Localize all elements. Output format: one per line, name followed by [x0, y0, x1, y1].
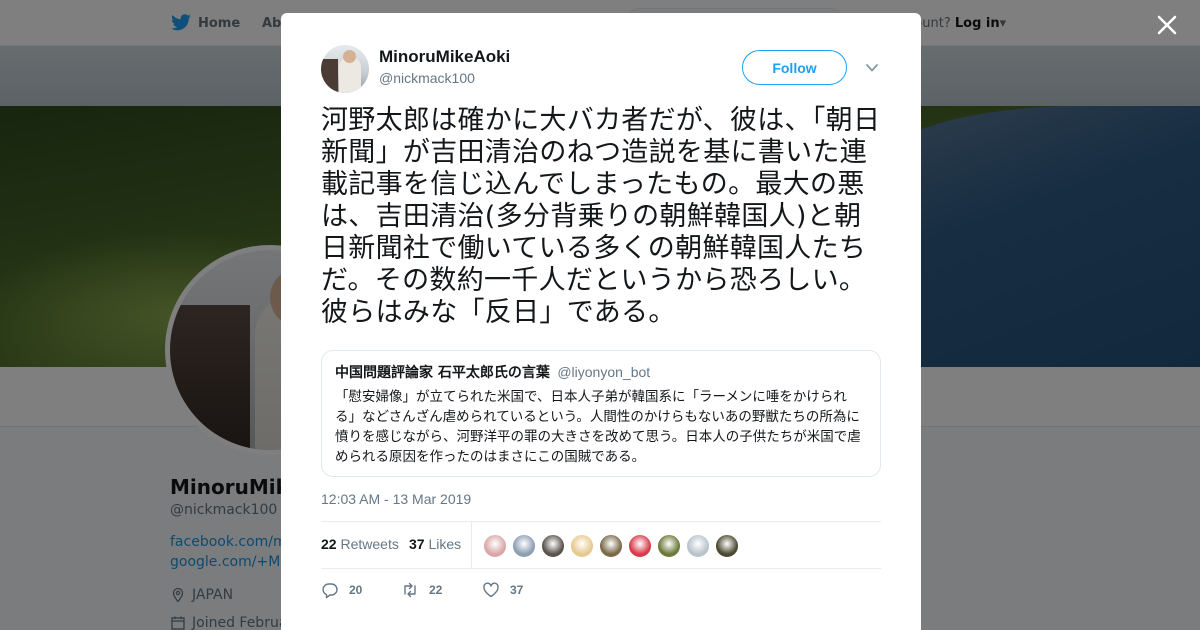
- author-name[interactable]: MinoruMikeAoki: [379, 47, 510, 67]
- retweet-button[interactable]: 22: [401, 581, 442, 599]
- author-avatar[interactable]: [321, 45, 369, 93]
- author-avatar-desk: [321, 59, 338, 93]
- tweet-permalink-modal: MinoruMikeAoki @nickmack100 Follow 河野太郎は…: [281, 13, 921, 630]
- tweet-actions: 20 22 37: [321, 581, 621, 601]
- liker-avatar[interactable]: [686, 534, 710, 558]
- likes-label: Likes: [428, 536, 462, 552]
- author-handle[interactable]: @nickmack100: [379, 70, 475, 86]
- liker-avatar[interactable]: [628, 534, 652, 558]
- likes-count: 37: [409, 536, 425, 552]
- like-button[interactable]: 37: [482, 581, 523, 599]
- quoted-tweet[interactable]: 中国問題評論家 石平太郎氏の言葉 @liyonyon_bot 「慰安婦像」が立て…: [321, 350, 881, 477]
- reply-icon: [322, 583, 338, 599]
- close-icon[interactable]: [1154, 12, 1180, 38]
- quoted-author-name: 中国問題評論家 石平太郎氏の言葉: [335, 365, 550, 381]
- liker-avatar[interactable]: [512, 534, 536, 558]
- chevron-down-icon[interactable]: [865, 61, 879, 75]
- liker-avatar[interactable]: [541, 534, 565, 558]
- retweets-count: 22: [321, 536, 337, 552]
- liker-avatar[interactable]: [570, 534, 594, 558]
- like-count: 37: [510, 583, 524, 597]
- heart-icon: [483, 582, 499, 598]
- stats-divider: [471, 522, 472, 569]
- quoted-tweet-text: 「慰安婦像」が立てられた米国で、日本人子弟が韓国系に「ラーメンに唾をかけられる」…: [335, 389, 861, 465]
- liker-avatars: [483, 534, 739, 558]
- tweet-stats: 22 Retweets 37 Likes: [321, 521, 881, 569]
- retweet-count: 22: [429, 583, 443, 597]
- liker-avatar[interactable]: [715, 534, 739, 558]
- liker-avatar[interactable]: [483, 534, 507, 558]
- tweet-text: 河野太郎は確かに大バカ者だが、彼は、「朝日新聞」が吉田清治のねつ造説を基に書いた…: [321, 105, 881, 328]
- reply-count: 20: [349, 583, 363, 597]
- author-avatar-head: [343, 50, 356, 63]
- quoted-author-handle: @liyonyon_bot: [557, 364, 651, 380]
- quoted-tweet-header: 中国問題評論家 石平太郎氏の言葉 @liyonyon_bot: [335, 363, 867, 382]
- retweets-stat[interactable]: 22 Retweets: [321, 536, 399, 552]
- tweet-timestamp[interactable]: 12:03 AM - 13 Mar 2019: [321, 491, 471, 507]
- follow-button[interactable]: Follow: [742, 50, 847, 85]
- reply-button[interactable]: 20: [321, 581, 362, 599]
- likes-stat[interactable]: 37 Likes: [409, 536, 461, 552]
- liker-avatar[interactable]: [599, 534, 623, 558]
- retweets-label: Retweets: [340, 536, 399, 552]
- liker-avatar[interactable]: [657, 534, 681, 558]
- retweet-icon: [404, 582, 416, 598]
